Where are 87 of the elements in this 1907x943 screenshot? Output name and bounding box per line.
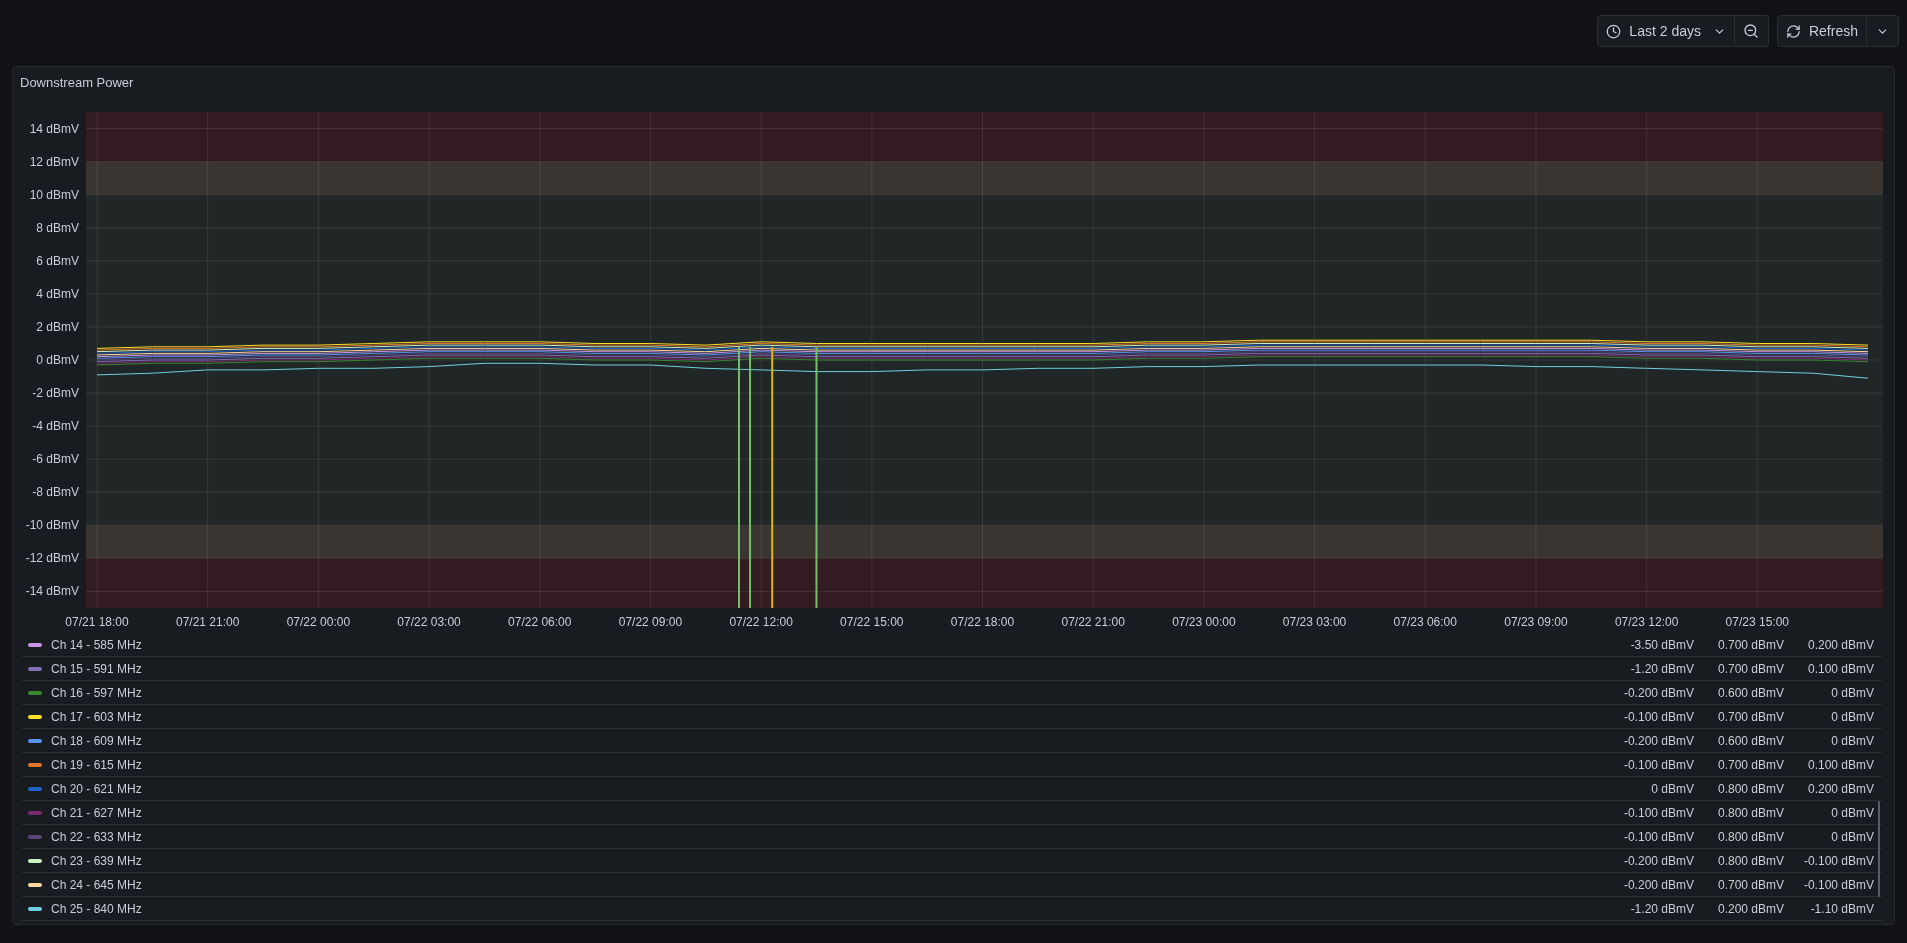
axis-label: 4 dBmV (36, 286, 79, 301)
zoom-out-button[interactable] (1734, 15, 1769, 47)
legend-value: -0.100 dBmV (1622, 828, 1694, 846)
axis-label: 14 dBmV (29, 121, 79, 136)
legend-label[interactable]: Ch 21 - 627 MHz (51, 803, 142, 822)
axis-label: -6 dBmV (32, 452, 79, 467)
axis-label: 07/23 00:00 (1172, 615, 1236, 629)
legend-value: -1.20 dBmV (1629, 900, 1694, 918)
legend-value: 0.800 dBmV (1716, 804, 1784, 822)
legend-value: -0.200 dBmV (1622, 876, 1694, 894)
axis-label: 6 dBmV (36, 253, 79, 268)
axis-label: -14 dBmV (25, 584, 79, 599)
legend-value: 0.200 dBmV (1716, 900, 1784, 918)
legend-value: 0 dBmV (1830, 708, 1874, 726)
axis-label: 07/22 15:00 (840, 615, 904, 629)
legend-label[interactable]: Ch 14 - 585 MHz (51, 635, 142, 654)
axis-label: 8 dBmV (36, 220, 79, 235)
legend-value: 0 dBmV (1830, 828, 1874, 846)
legend-label[interactable]: Ch 23 - 639 MHz (51, 851, 142, 870)
legend-value: -0.200 dBmV (1622, 732, 1694, 750)
axis-label: -10 dBmV (25, 518, 79, 533)
axis-label: 07/22 09:00 (618, 615, 683, 629)
legend-value: 0.600 dBmV (1716, 684, 1784, 702)
legend-label[interactable]: Ch 22 - 633 MHz (51, 827, 142, 846)
line-series (96, 362, 1869, 379)
legend-value: 0 dBmV (1830, 732, 1874, 750)
axis-label: 07/23 15:00 (1725, 615, 1789, 629)
legend-value: 0.200 dBmV (1806, 636, 1874, 654)
axis-label: 07/22 03:00 (397, 615, 461, 629)
legend-value: -0.100 dBmV (1802, 876, 1874, 894)
axis-label: 07/22 12:00 (729, 615, 793, 629)
axis-label: 07/23 03:00 (1282, 615, 1347, 629)
axis-label: 07/22 06:00 (508, 615, 572, 629)
axis-label: 07/21 18:00 (65, 615, 129, 629)
legend-label[interactable]: Ch 16 - 597 MHz (51, 683, 142, 702)
legend-value: -1.20 dBmV (1629, 660, 1694, 678)
legend-value: -3.50 dBmV (1629, 636, 1694, 654)
legend-label[interactable]: Ch 25 - 840 MHz (51, 899, 142, 918)
axis-label: -2 dBmV (32, 386, 79, 401)
legend-value: 0.700 dBmV (1716, 876, 1784, 894)
legend-value: -0.200 dBmV (1622, 684, 1694, 702)
clock-icon (1606, 23, 1622, 39)
legend-value: 0.800 dBmV (1716, 780, 1784, 798)
refresh-icon (1785, 23, 1801, 39)
legend-value: 0.800 dBmV (1716, 852, 1784, 870)
time-range-picker[interactable]: Last 2 days (1597, 15, 1735, 47)
panel-title: Downstream Power (20, 74, 134, 93)
axis-label: 07/21 21:00 (176, 615, 240, 629)
legend-value: 0.100 dBmV (1806, 660, 1874, 678)
axis-label: 12 dBmV (29, 154, 79, 169)
axis-label: 10 dBmV (29, 187, 79, 202)
axis-label: 2 dBmV (36, 319, 79, 334)
legend-value: 0 dBmV (1830, 684, 1874, 702)
legend-label[interactable]: Ch 19 - 615 MHz (51, 755, 142, 774)
axis-label: -8 dBmV (32, 485, 79, 500)
axis-label: 07/23 09:00 (1504, 615, 1568, 629)
legend-value: 0 dBmV (1830, 804, 1874, 822)
refresh-button[interactable]: Refresh (1776, 15, 1867, 47)
axis-label: 07/23 06:00 (1393, 615, 1457, 629)
legend-value: 0.700 dBmV (1716, 636, 1784, 654)
legend-value: -0.100 dBmV (1622, 756, 1694, 774)
legend-value: 0.700 dBmV (1716, 660, 1784, 678)
legend-value: 0.700 dBmV (1716, 708, 1784, 726)
axis-label: -4 dBmV (32, 419, 79, 434)
legend-value: 0.100 dBmV (1806, 756, 1874, 774)
legend-value: 0.800 dBmV (1716, 828, 1784, 846)
axis-label: 0 dBmV (36, 353, 79, 367)
legend-label[interactable]: Ch 24 - 645 MHz (51, 875, 142, 894)
legend-value: -1.10 dBmV (1809, 900, 1874, 918)
axis-label: 07/22 21:00 (1061, 615, 1125, 629)
legend-value: 0.200 dBmV (1806, 780, 1874, 798)
legend-label[interactable]: Ch 20 - 621 MHz (51, 779, 142, 798)
axis-label: 07/22 18:00 (950, 615, 1015, 629)
zoom-out-icon (1743, 23, 1760, 39)
legend-value: 0 dBmV (1650, 780, 1694, 798)
legend-label[interactable]: Ch 17 - 603 MHz (51, 707, 142, 726)
legend-label[interactable]: Ch 15 - 591 MHz (51, 659, 142, 678)
legend-value: -0.100 dBmV (1622, 708, 1694, 726)
legend-value: -0.200 dBmV (1622, 852, 1694, 870)
legend-value: 0.700 dBmV (1716, 756, 1784, 774)
legend-value: -0.100 dBmV (1622, 804, 1694, 822)
legend-label[interactable]: Ch 18 - 609 MHz (51, 731, 142, 750)
axis-label: -12 dBmV (25, 551, 79, 566)
axis-label: 07/22 00:00 (286, 615, 351, 629)
legend-value: -0.100 dBmV (1802, 852, 1874, 870)
legend-value: 0.600 dBmV (1716, 732, 1784, 750)
axis-label: 07/23 12:00 (1614, 615, 1679, 629)
